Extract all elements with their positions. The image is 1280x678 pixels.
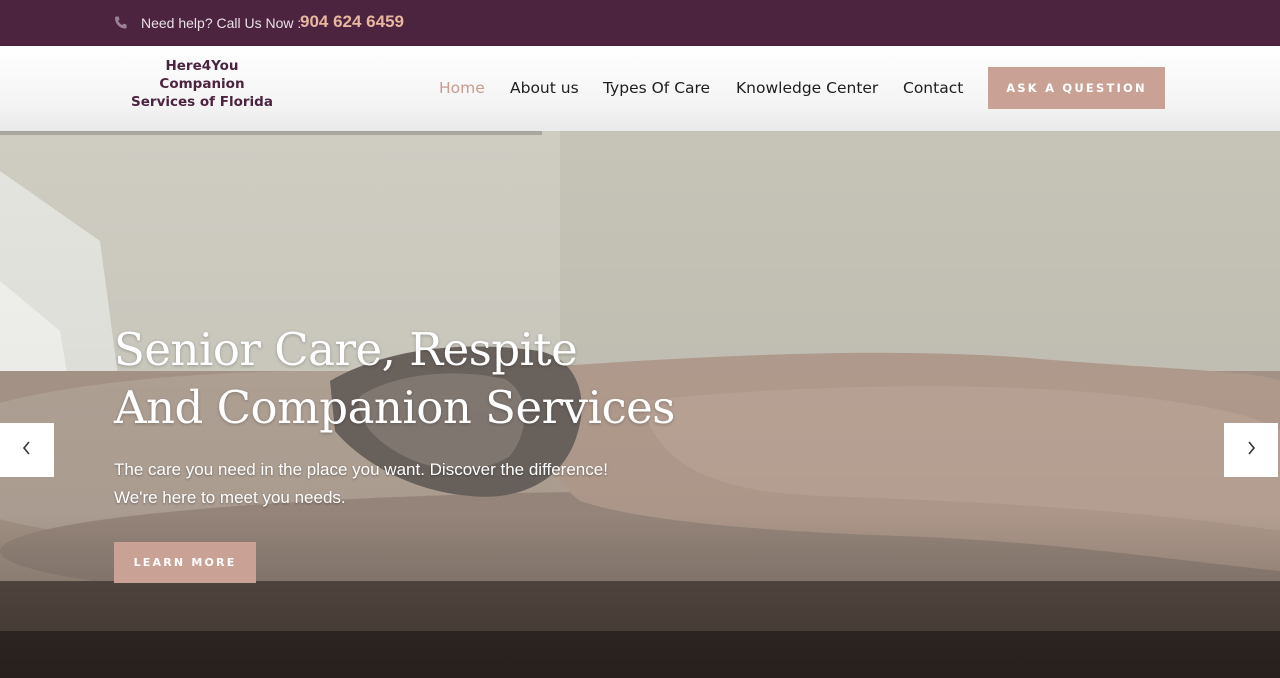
nav-item-contact[interactable]: Contact [903, 79, 963, 97]
learn-more-button[interactable]: LEARN MORE [114, 542, 256, 583]
slider-next-button[interactable] [1224, 423, 1278, 477]
slider-prev-button[interactable] [0, 423, 54, 477]
hero-title-line: And Companion Services [114, 381, 675, 434]
top-bar: Need help? Call Us Now : 904 624 6459 [0, 0, 1280, 46]
ask-a-question-button[interactable]: ASK A QUESTION [988, 67, 1165, 109]
chevron-left-icon [21, 440, 33, 460]
hero-subtitle-line: The care you need in the place you want.… [114, 460, 608, 479]
header-divider [0, 131, 542, 135]
logo-line: Here4You [165, 58, 239, 74]
phone-icon [113, 15, 129, 31]
nav-item-home[interactable]: Home [439, 79, 485, 97]
hero-subtitle: The care you need in the place you want.… [114, 456, 608, 512]
help-text: Need help? Call Us Now : [141, 15, 302, 31]
nav-item-about-us[interactable]: About us [510, 79, 579, 97]
chevron-right-icon [1245, 440, 1257, 460]
hero-title: Senior Care, Respite And Companion Servi… [114, 321, 675, 437]
hero-subtitle-line: We're here to meet you needs. [114, 488, 346, 507]
nav-item-knowledge-center[interactable]: Knowledge Center [736, 79, 878, 97]
phone-number-link[interactable]: 904 624 6459 [300, 12, 404, 32]
site-header: Here4You Companion Services of Florida H… [0, 46, 1280, 131]
hero-title-line: Senior Care, Respite [114, 323, 578, 376]
hero-slider: Senior Care, Respite And Companion Servi… [0, 131, 1280, 678]
nav-item-types-of-care[interactable]: Types Of Care [603, 79, 710, 97]
